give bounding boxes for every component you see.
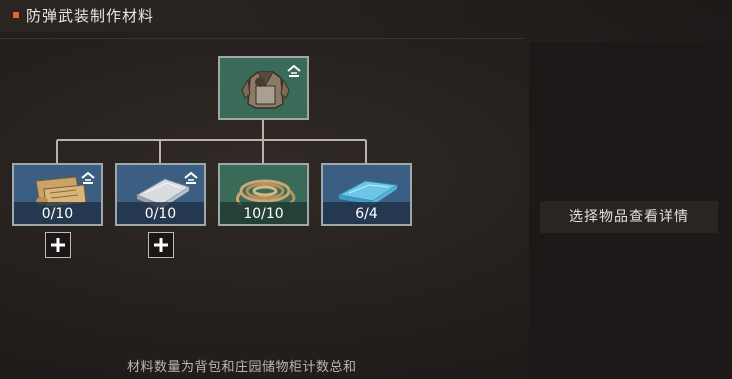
- add-material-2-button[interactable]: [148, 232, 174, 258]
- material-quantity: 0/10: [41, 206, 74, 222]
- material-slot-4[interactable]: 6/4: [321, 163, 412, 226]
- material-quantity: 6/4: [355, 206, 378, 222]
- material-quantity: 10/10: [243, 206, 284, 222]
- material-slot-2[interactable]: 0/10: [115, 163, 206, 226]
- product-slot[interactable]: [218, 56, 309, 120]
- upgrade-icon: [184, 171, 198, 184]
- material-quantity: 0/10: [144, 206, 177, 222]
- add-material-1-button[interactable]: [45, 232, 71, 258]
- plus-icon: [154, 238, 168, 252]
- upgrade-icon: [81, 171, 95, 184]
- material-count-note: 材料数量为背包和庄园储物柜计数总和: [127, 360, 357, 375]
- material-slot-3[interactable]: 10/10: [218, 163, 309, 226]
- material-slot-1[interactable]: 0/10: [12, 163, 103, 226]
- select-item-hint: 选择物品查看详情: [540, 201, 718, 233]
- plus-icon: [51, 238, 65, 252]
- upgrade-icon: [287, 64, 301, 77]
